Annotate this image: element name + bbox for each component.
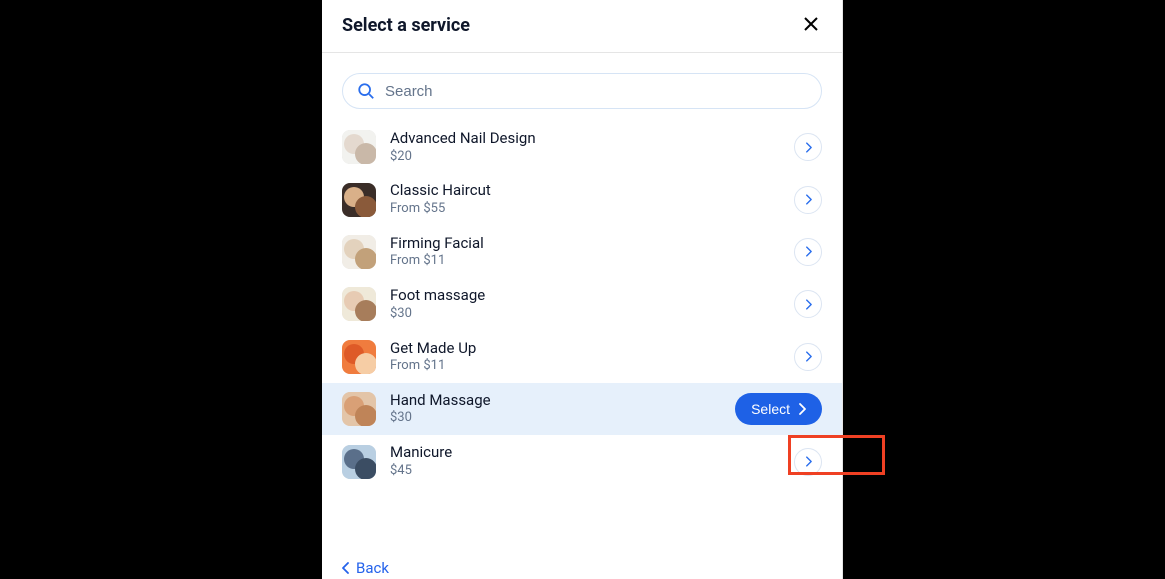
service-text: Manicure$45 (390, 443, 780, 479)
service-name: Manicure (390, 443, 780, 463)
modal-title: Select a service (342, 15, 470, 36)
service-name: Hand Massage (390, 391, 721, 411)
search-input[interactable] (385, 83, 807, 100)
service-item[interactable]: Hand Massage$30 Select (322, 383, 842, 435)
select-service-modal: Select a service Advanced Nail Design$20… (322, 0, 843, 579)
service-thumbnail (342, 287, 376, 321)
expand-button[interactable] (794, 186, 822, 214)
service-price: From $11 (390, 358, 780, 375)
chevron-right-icon (798, 403, 806, 415)
search-field[interactable] (342, 73, 822, 109)
expand-button[interactable] (794, 133, 822, 161)
modal-footer: Back (322, 549, 842, 579)
service-price: $45 (390, 463, 780, 480)
chevron-right-icon (805, 194, 812, 205)
chevron-left-icon (342, 562, 350, 574)
search-container (322, 53, 842, 121)
service-text: Advanced Nail Design$20 (390, 129, 780, 165)
service-name: Foot massage (390, 286, 780, 306)
chevron-right-icon (805, 351, 812, 362)
modal-header: Select a service (322, 0, 842, 53)
expand-button[interactable] (794, 448, 822, 476)
service-name: Get Made Up (390, 339, 780, 359)
chevron-right-icon (805, 456, 812, 467)
service-list[interactable]: Advanced Nail Design$20Classic HaircutFr… (322, 121, 842, 549)
service-thumbnail (342, 445, 376, 479)
service-item[interactable]: Advanced Nail Design$20 (322, 121, 842, 173)
service-name: Classic Haircut (390, 181, 780, 201)
service-text: Firming FacialFrom $11 (390, 234, 780, 270)
back-link[interactable]: Back (342, 559, 389, 577)
expand-button[interactable] (794, 238, 822, 266)
service-thumbnail (342, 340, 376, 374)
service-name: Firming Facial (390, 234, 780, 254)
service-thumbnail (342, 392, 376, 426)
service-item[interactable]: Get Made UpFrom $11 (322, 331, 842, 383)
chevron-right-icon (805, 246, 812, 257)
service-item[interactable]: Classic HaircutFrom $55 (322, 173, 842, 225)
service-price: $30 (390, 306, 780, 323)
service-price: $30 (390, 410, 721, 427)
service-thumbnail (342, 235, 376, 269)
service-price: $20 (390, 149, 780, 166)
service-text: Foot massage$30 (390, 286, 780, 322)
service-text: Classic HaircutFrom $55 (390, 181, 780, 217)
expand-button[interactable] (794, 343, 822, 371)
service-text: Get Made UpFrom $11 (390, 339, 780, 375)
select-button-label: Select (751, 401, 790, 417)
service-item[interactable]: Firming FacialFrom $11 (322, 226, 842, 278)
search-icon (357, 82, 375, 100)
service-item[interactable]: Foot massage$30 (322, 278, 842, 330)
expand-button[interactable] (794, 290, 822, 318)
service-text: Hand Massage$30 (390, 391, 721, 427)
service-item[interactable]: Manicure$45 (322, 435, 842, 487)
service-name: Advanced Nail Design (390, 129, 780, 149)
back-label: Back (356, 559, 389, 577)
service-thumbnail (342, 183, 376, 217)
select-button[interactable]: Select (735, 393, 822, 425)
service-price: From $55 (390, 201, 780, 218)
close-button[interactable] (800, 12, 822, 38)
chevron-right-icon (805, 299, 812, 310)
close-icon (804, 17, 818, 31)
service-thumbnail (342, 130, 376, 164)
service-price: From $11 (390, 253, 780, 270)
chevron-right-icon (805, 142, 812, 153)
